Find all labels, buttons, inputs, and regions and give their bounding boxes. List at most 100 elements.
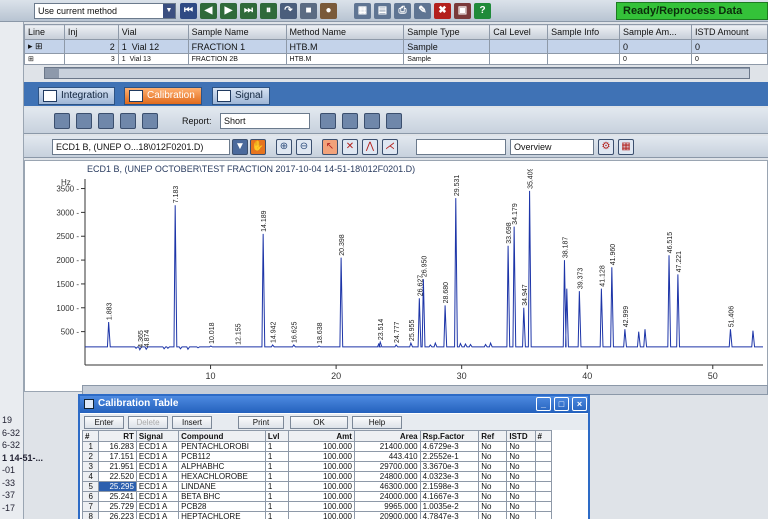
overlay-icon[interactable]: ✋ (250, 139, 266, 155)
abort-icon[interactable]: ● (320, 3, 337, 19)
table-cell[interactable]: 25.241 (98, 491, 137, 502)
table-cell[interactable]: No (506, 441, 536, 452)
print-icon[interactable]: ⎙ (394, 3, 411, 19)
table-cell[interactable]: 2.1598e-3 (419, 481, 480, 492)
report-print-preview-icon[interactable] (342, 113, 358, 129)
table-cell[interactable]: No (478, 471, 508, 482)
table-cell[interactable]: BETA BHC (178, 491, 266, 502)
report-preview-icon[interactable] (320, 113, 336, 129)
table-cell[interactable]: 100.000 (288, 441, 355, 452)
draw-baseline-icon[interactable]: ⋀ (362, 139, 378, 155)
table-cell[interactable]: No (478, 481, 508, 492)
calib-table-icon[interactable] (98, 113, 114, 129)
column-header[interactable]: ISTD Amount (691, 24, 768, 40)
calib-curve-icon[interactable] (120, 113, 136, 129)
table-cell[interactable]: No (478, 491, 508, 502)
table-cell[interactable]: ECD1 A (135, 471, 180, 482)
table-cell[interactable] (534, 491, 552, 502)
redo-icon[interactable]: ↷ (280, 3, 297, 19)
table-cell[interactable] (534, 481, 552, 492)
table-cell[interactable]: ECD1 A (135, 441, 180, 452)
table-cell[interactable]: Sample (403, 39, 491, 54)
column-header[interactable]: Cal Level (489, 24, 549, 40)
table-cell[interactable]: 1 (264, 461, 290, 472)
column-header[interactable]: Inj (63, 24, 119, 40)
sequence-table-icon[interactable]: ▦ (354, 3, 371, 19)
calibration-row[interactable]: 6 25.241 ECD1 A BETA BHC 1 100.000 24000.000 4.… (81, 491, 552, 502)
insert-button[interactable]: Insert (172, 416, 212, 429)
calibration-row[interactable]: 1 16.283 ECD1 A PENTACHLOROBI 1 100.000 21400.… (81, 441, 552, 452)
ok-button[interactable]: OK (290, 416, 348, 429)
table-cell[interactable]: 1.0035e-2 (419, 501, 480, 512)
table-cell[interactable]: 4.1667e-3 (419, 491, 480, 502)
report-style-select[interactable]: Short (220, 113, 310, 129)
delete-button[interactable]: Delete (128, 416, 168, 429)
column-header[interactable]: Sample Am... (619, 24, 692, 40)
report-export-icon[interactable] (386, 113, 402, 129)
compound-select[interactable] (416, 139, 506, 155)
calibration-row[interactable]: 5 25.295 ECD1 A LINDANE 1 100.000 46300.000 2.1… (81, 481, 552, 492)
scrollbar-thumb[interactable] (59, 69, 749, 78)
table-cell[interactable]: PCB28 (178, 501, 266, 512)
batch-icon[interactable]: ▣ (454, 3, 471, 19)
table-cell[interactable]: HTB.M (285, 39, 405, 54)
chromatogram-plot[interactable]: Hz500 -1000 -1500 -2000 -2500 -3000 -350… (25, 169, 767, 391)
table-cell[interactable]: No (478, 451, 508, 462)
tools-icon[interactable]: ✎ (414, 3, 431, 19)
table-cell[interactable]: 1 (264, 441, 290, 452)
pause-icon[interactable]: ⏸ (260, 3, 277, 19)
table-cell[interactable] (534, 461, 552, 472)
play-icon[interactable]: ▶ (220, 3, 237, 19)
split-peak-icon[interactable]: ⋌ (382, 139, 398, 155)
column-header[interactable]: Sample Info (547, 24, 621, 40)
recalibrate-icon[interactable] (76, 113, 92, 129)
column-header[interactable]: # (534, 430, 552, 442)
table-cell[interactable]: No (506, 481, 536, 492)
report-print-icon[interactable] (364, 113, 380, 129)
grid-icon[interactable]: ▦ (618, 139, 634, 155)
table-cell[interactable]: 0 (619, 39, 692, 54)
table-cell[interactable]: No (478, 441, 508, 452)
column-header[interactable]: Compound (178, 430, 266, 442)
column-header[interactable]: # (81, 430, 100, 442)
table-cell[interactable]: No (506, 471, 536, 482)
table-cell[interactable]: 17.151 (98, 451, 137, 462)
enter-button[interactable]: Enter (84, 416, 124, 429)
table-cell[interactable]: FRACTION 2B (187, 53, 287, 65)
column-header[interactable]: Ref (478, 430, 508, 442)
table-cell[interactable]: 4.0323e-3 (419, 471, 480, 482)
rewind-icon[interactable]: ◀ (200, 3, 217, 19)
column-header[interactable]: Rsp.Factor (419, 430, 480, 442)
delete-peak-icon[interactable]: ✕ (342, 139, 358, 155)
table-cell[interactable]: 1 (264, 471, 290, 482)
table-cell[interactable]: ECD1 A (135, 451, 180, 462)
table-cell[interactable]: LINDANE (178, 481, 266, 492)
next-icon[interactable]: ⏭ (240, 3, 257, 19)
table-cell[interactable]: 29700.000 (353, 461, 421, 472)
table-cell[interactable]: 24000.000 (353, 491, 421, 502)
tab-calibration[interactable]: Calibration (124, 87, 202, 105)
table-cell[interactable]: 21400.000 (353, 441, 421, 452)
print-button[interactable]: Print (238, 416, 284, 429)
table-cell[interactable]: 100.000 (288, 501, 355, 512)
table-cell[interactable]: 443.410 (353, 451, 421, 462)
table-cell[interactable]: 100.000 (288, 491, 355, 502)
column-header[interactable]: ISTD (506, 430, 536, 442)
table-row[interactable]: ⊞ 3 1 Vial 13 FRACTION 2B HTB.M Sample 0… (24, 53, 768, 65)
table-cell[interactable]: 100.000 (288, 471, 355, 482)
settings-icon[interactable]: ⚙ (598, 139, 614, 155)
column-header[interactable]: Amt (288, 430, 355, 442)
table-cell[interactable]: No (506, 491, 536, 502)
calibration-row[interactable]: 2 17.151 ECD1 A PCB112 1 100.000 443.410 2.2552… (81, 451, 552, 462)
table-cell[interactable]: 3.3670e-3 (419, 461, 480, 472)
table-cell[interactable]: No (478, 501, 508, 512)
table-cell[interactable]: 0 (619, 53, 692, 65)
table-cell[interactable]: ECD1 A (135, 501, 180, 512)
table-cell[interactable]: 1 (264, 491, 290, 502)
select-pointer-icon[interactable]: ↖ (322, 139, 338, 155)
table-cell[interactable]: 9965.000 (353, 501, 421, 512)
maximize-icon[interactable]: □ (554, 397, 569, 411)
table-cell[interactable]: 22.520 (98, 471, 137, 482)
column-header[interactable]: Vial (117, 24, 189, 40)
table-cell[interactable]: ECD1 A (135, 481, 180, 492)
